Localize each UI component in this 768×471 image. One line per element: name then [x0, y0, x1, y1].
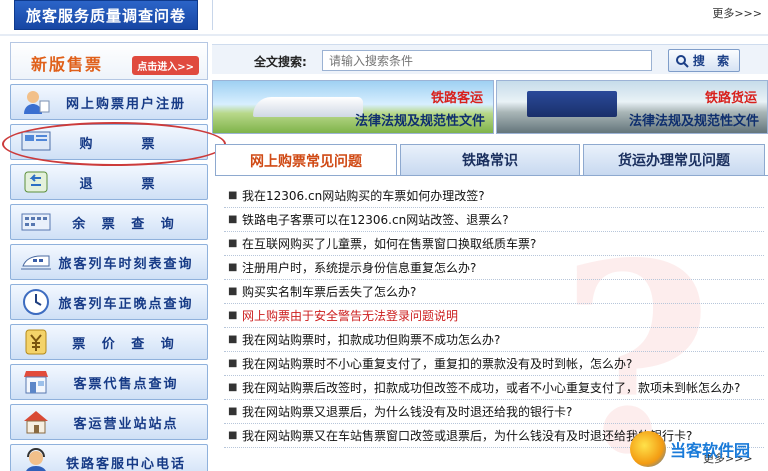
sidebar-item-buy-ticket[interactable]: 购 票	[10, 124, 208, 160]
faq-tabs: 网上购票常见问题 铁路常识 货运办理常见问题	[215, 144, 768, 176]
bullet-icon: ■	[228, 214, 238, 225]
faq-question: 我在网站购票后改签时，扣款成功但改签不成功，或者不小心重复支付了，款项未到帐怎么…	[242, 381, 741, 395]
tab-freight-faq[interactable]: 货运办理常见问题	[583, 144, 765, 176]
faq-question: 我在网站购票又退票后，为什么钱没有及时退还给我的银行卡?	[242, 405, 573, 419]
ticket-screen-icon	[19, 128, 53, 156]
list-item[interactable]: ■ 网上购票由于安全警告无法登录问题说明	[224, 304, 764, 328]
bullet-icon: ■	[228, 286, 238, 297]
search-icon	[675, 54, 689, 68]
list-item[interactable]: ■ 在互联网购买了儿童票，如何在售票窗口换取纸质车票?	[224, 232, 764, 256]
faq-question: 铁路电子客票可以在12306.cn网站改签、退票么?	[242, 213, 509, 227]
bullet-icon: ■	[228, 238, 238, 249]
new-ticket-title: 新版售票	[31, 55, 104, 74]
faq-question: 购买实名制车票后丢失了怎么办?	[242, 285, 417, 299]
survey-banner[interactable]: 旅客服务质量调查问卷	[14, 0, 198, 30]
faq-question: 我在网站购票又在车站售票窗口改签或退票后，为什么钱没有及时退还给我的银行卡?	[242, 429, 693, 443]
seat-query-icon	[19, 208, 53, 236]
sidebar-item-label: 铁路客服中心电话	[65, 456, 186, 471]
passenger-law-caption: 法律法规及规范性文件	[354, 114, 485, 129]
sidebar-item-service-phone[interactable]: 铁路客服中心电话	[10, 444, 208, 471]
sidebar-item-label: 旅客列车时刻表查询	[58, 256, 194, 272]
sidebar-item-seat-query[interactable]: 余 票 查 询	[10, 204, 208, 240]
list-item[interactable]: ■ 我在网站购票后改签时，扣款成功但改签不成功，或者不小心重复支付了，款项未到帐怎…	[224, 376, 764, 400]
sidebar-item-delay-query[interactable]: 旅客列车正晚点查询	[10, 284, 208, 320]
search-button[interactable]: 搜 索	[668, 49, 740, 72]
station-house-icon	[19, 408, 53, 436]
service-agent-icon	[19, 448, 53, 471]
divider	[0, 34, 768, 36]
refund-arrow-icon	[19, 168, 53, 196]
top-more-link[interactable]: 更多>>>	[712, 5, 762, 21]
list-item[interactable]: ■ 我在网站购票时不小心重复支付了，重复扣的票款没有及时到帐，怎么办?	[224, 352, 764, 376]
faq-question: 我在12306.cn网站购买的车票如何办理改签?	[242, 189, 485, 203]
tab-railway-knowledge[interactable]: 铁路常识	[400, 144, 580, 176]
sidebar-item-register[interactable]: 网上购票用户注册	[10, 84, 208, 120]
sidebar-item-label: 网上购票用户注册	[65, 96, 186, 112]
new-ticket-enter-link[interactable]: 点击进入>>	[132, 56, 199, 75]
faq-question: 注册用户时，系统提示身份信息重复怎么办?	[242, 261, 477, 275]
sidebar-item-timetable[interactable]: 旅客列车时刻表查询	[10, 244, 208, 280]
sidebar-item-station-query[interactable]: 客运营业站站点	[10, 404, 208, 440]
passenger-law-tag: 铁路客运	[430, 91, 483, 106]
list-item[interactable]: ■ 我在网站购票时，扣款成功但购票不成功怎么办?	[224, 328, 764, 352]
bullet-icon: ■	[228, 382, 238, 393]
sidebar-item-refund[interactable]: 退 票	[10, 164, 208, 200]
sidebar-item-label: 余 票 查 询	[72, 216, 180, 232]
bullet-icon: ■	[228, 430, 238, 441]
user-register-icon	[19, 88, 53, 116]
faq-question: 我在网站购票时不小心重复支付了，重复扣的票款没有及时到帐，怎么办?	[242, 357, 633, 371]
sidebar-item-label: 旅客列车正晚点查询	[58, 296, 194, 312]
railway-portal-page: 旅客服务质量调查问卷 更多>>> 新版售票 点击进入>> 网上购票用户注册 购 …	[0, 0, 768, 471]
bullet-icon: ■	[228, 358, 238, 369]
list-item[interactable]: ■ 铁路电子客票可以在12306.cn网站改签、退票么?	[224, 208, 764, 232]
tab-online-ticket-faq[interactable]: 网上购票常见问题	[215, 144, 397, 176]
clock-icon	[19, 288, 53, 316]
new-ticket-banner[interactable]: 新版售票 点击进入>>	[10, 42, 208, 80]
watermark-mark-icon	[630, 431, 666, 467]
watermark-text: 当客软件园	[670, 441, 751, 460]
freight-law-caption: 法律法规及规范性文件	[628, 114, 759, 129]
faq-question: 在互联网购买了儿童票，如何在售票窗口换取纸质车票?	[242, 237, 537, 251]
agency-store-icon	[19, 368, 53, 396]
train-icon	[253, 97, 363, 117]
list-item[interactable]: ■ 注册用户时，系统提示身份信息重复怎么办?	[224, 256, 764, 280]
faq-list: ■ 我在12306.cn网站购买的车票如何办理改签? ■ 铁路电子客票可以在1230…	[224, 184, 764, 448]
search-bar: 全文搜索: 搜 索	[212, 44, 768, 74]
passenger-law-banner[interactable]: 铁路客运 法律法规及规范性文件	[212, 80, 494, 134]
list-item[interactable]: ■ 我在网站购票又退票后，为什么钱没有及时退还给我的银行卡?	[224, 400, 764, 424]
faq-question: 我在网站购票时，扣款成功但购票不成功怎么办?	[242, 333, 501, 347]
top-news-panel: 更多>>>	[212, 0, 768, 30]
list-item[interactable]: ■ 购买实名制车票后丢失了怎么办?	[224, 280, 764, 304]
search-input[interactable]	[322, 50, 652, 71]
sidebar-item-agency-query[interactable]: 客票代售点查询	[10, 364, 208, 400]
freight-law-banner[interactable]: 铁路货运 法律法规及规范性文件	[496, 80, 768, 134]
freight-law-tag: 铁路货运	[704, 91, 757, 106]
train-icon	[19, 248, 53, 276]
search-label: 全文搜索:	[254, 55, 307, 69]
sidebar-item-fare-query[interactable]: 票 价 查 询	[10, 324, 208, 360]
bullet-icon: ■	[228, 406, 238, 417]
sidebar-item-label: 票 价 查 询	[72, 336, 180, 352]
sidebar-item-label: 购 票	[79, 136, 173, 152]
bullet-icon: ■	[228, 190, 238, 201]
list-item[interactable]: ■ 我在12306.cn网站购买的车票如何办理改签?	[224, 184, 764, 208]
bullet-icon: ■	[228, 262, 238, 273]
sidebar: 新版售票 点击进入>> 网上购票用户注册 购 票 退 票 余 票 查 询 旅客列…	[2, 42, 226, 471]
tab-underline	[215, 175, 768, 176]
sidebar-item-label: 客票代售点查询	[73, 376, 179, 392]
yuan-icon	[19, 328, 53, 356]
faq-question: 网上购票由于安全警告无法登录问题说明	[242, 309, 459, 323]
bullet-icon: ■	[228, 310, 238, 321]
watermark-logo: 当客软件园	[630, 428, 766, 470]
search-button-label: 搜 索	[692, 54, 734, 68]
freight-train-icon	[527, 91, 617, 117]
sidebar-item-label: 退 票	[79, 176, 173, 192]
sidebar-item-label: 客运营业站站点	[73, 416, 179, 432]
bullet-icon: ■	[228, 334, 238, 345]
